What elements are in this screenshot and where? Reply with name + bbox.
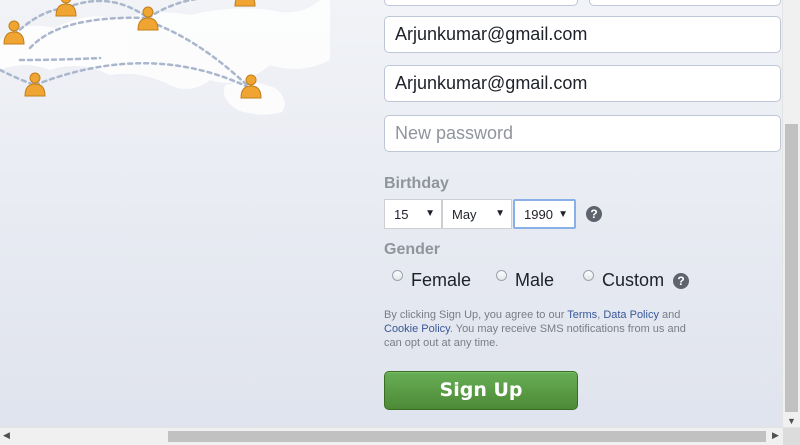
email-confirm-field[interactable] — [384, 65, 781, 102]
sign-up-button[interactable]: Sign Up — [384, 371, 578, 410]
gender-option-custom[interactable]: Custom — [583, 270, 664, 291]
birthday-year-select[interactable]: 1990 ▼ — [513, 199, 576, 229]
birthday-month-select[interactable]: May ▼ — [442, 199, 512, 229]
vertical-scroll-thumb[interactable] — [785, 124, 798, 412]
email-field[interactable] — [384, 16, 781, 53]
gender-help-icon[interactable]: ? — [673, 273, 689, 289]
surname-field[interactable] — [589, 0, 781, 6]
birthday-label: Birthday — [384, 175, 449, 192]
scrollbar-corner — [783, 428, 800, 445]
new-password-field[interactable] — [384, 115, 781, 152]
terms-link[interactable]: Terms — [567, 309, 597, 321]
data-policy-link[interactable]: Data Policy — [603, 309, 659, 321]
scroll-right-arrow-icon[interactable]: ▶ — [772, 430, 779, 441]
vertical-scrollbar[interactable]: ▼ — [782, 0, 800, 428]
dropdown-arrow-icon: ▼ — [425, 208, 435, 219]
terms-text: By clicking Sign Up, you agree to our Te… — [384, 309, 686, 349]
dropdown-arrow-icon: ▼ — [495, 208, 505, 219]
gender-label: Gender — [384, 241, 441, 258]
cookie-policy-link[interactable]: Cookie Policy — [384, 323, 450, 335]
scroll-down-arrow-icon[interactable]: ▼ — [783, 416, 800, 426]
scroll-left-arrow-icon[interactable]: ◀ — [3, 430, 10, 441]
radio-female[interactable] — [392, 270, 403, 281]
radio-custom[interactable] — [583, 270, 595, 281]
birthday-help-icon[interactable]: ? — [586, 206, 602, 222]
first-name-field[interactable] — [384, 0, 578, 6]
world-map-illustration — [0, 0, 330, 115]
dropdown-arrow-icon: ▼ — [558, 209, 568, 220]
radio-male[interactable] — [496, 270, 508, 281]
horizontal-scroll-thumb[interactable] — [168, 431, 766, 442]
gender-option-male[interactable]: Male — [496, 270, 554, 291]
gender-options: Female Male Custom — [392, 270, 664, 291]
horizontal-scrollbar[interactable]: ◀ ▶ — [0, 427, 800, 445]
gender-option-female[interactable]: Female — [392, 270, 471, 291]
birthday-day-select[interactable]: 15 ▼ — [384, 199, 442, 229]
